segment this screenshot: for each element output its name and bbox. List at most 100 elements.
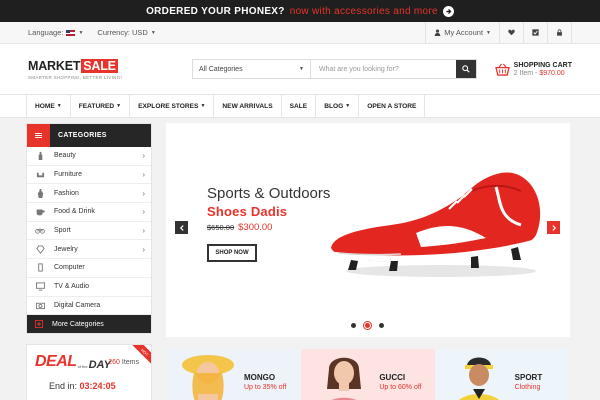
- sidebar-item-jewelry[interactable]: Jewelry ›: [27, 240, 151, 260]
- search-category-select[interactable]: All Categories ▼: [193, 60, 311, 78]
- banner-subtitle: Clothing: [514, 384, 541, 391]
- search-input[interactable]: What are you looking for?: [311, 60, 456, 78]
- logo-accent: SALE: [81, 58, 118, 73]
- slider-prev-button[interactable]: [175, 221, 188, 234]
- slider-dot[interactable]: [351, 323, 356, 328]
- chevron-down-icon: ▼: [78, 29, 84, 36]
- category-label: Computer: [54, 264, 85, 272]
- soccer-shoe-image: [329, 172, 541, 277]
- tv-audio-icon: [35, 282, 45, 292]
- arrow-right-icon[interactable]: [442, 5, 454, 17]
- wishlist-button[interactable]: [499, 22, 523, 43]
- banner-title: SPORT: [514, 373, 543, 382]
- account-menu[interactable]: My Account ▼: [425, 22, 499, 43]
- shop-now-button[interactable]: SHOP NOW: [207, 244, 257, 262]
- plus-box-icon: [35, 320, 43, 329]
- chevron-left-icon: [179, 224, 184, 231]
- slider-dot-active[interactable]: [364, 322, 371, 329]
- cart-total: $970.00: [539, 69, 565, 77]
- chevron-right-icon: ›: [142, 207, 145, 217]
- sidebar-item-sport[interactable]: Sport ›: [27, 222, 151, 241]
- heart-icon: [508, 29, 515, 36]
- banner-mongo[interactable]: MONGO Up to 35% off: [166, 349, 300, 400]
- category-label: Furniture: [54, 171, 83, 179]
- hamburger-icon: [27, 124, 50, 147]
- promo-link[interactable]: now with accessories and more: [290, 6, 438, 17]
- cart-items: 2 Item -: [513, 69, 540, 77]
- chevron-right-icon: [551, 224, 556, 231]
- banner-sport[interactable]: SPORT Clothing: [436, 349, 570, 400]
- currency-label: Currency: USD: [97, 28, 148, 37]
- category-label: Beauty: [54, 152, 76, 160]
- more-categories-label: More Categories: [52, 320, 104, 328]
- deal-title-small: of the: [77, 364, 88, 369]
- sidebar-item-food-drink[interactable]: Food & Drink ›: [27, 203, 151, 222]
- categories-header[interactable]: CATEGORIES: [27, 124, 151, 147]
- cart-summary: 2 Item - $970.00: [514, 70, 572, 77]
- jewelry-icon: [35, 244, 45, 254]
- sidebar-item-tv-audio[interactable]: TV & Audio: [27, 278, 151, 297]
- slider-dots: [351, 322, 384, 329]
- food-drink-icon: [35, 207, 45, 217]
- category-label: Fashion: [54, 189, 79, 197]
- nav-label: BLOG: [324, 102, 344, 110]
- nav-label: EXPLORE STORES: [138, 102, 199, 110]
- sport-icon: [35, 226, 45, 236]
- main-nav: HOME ▼ FEATURED ▼ EXPLORE STORES ▼ NEW ARRI…: [0, 94, 600, 118]
- fashion-icon: [35, 188, 45, 198]
- nav-label: FEATURED: [78, 102, 115, 110]
- nav-label: NEW ARRIVALS: [222, 102, 273, 110]
- categories-title: CATEGORIES: [58, 132, 107, 139]
- chevron-right-icon: ›: [142, 244, 145, 254]
- basket-icon: [494, 63, 510, 76]
- shopping-cart[interactable]: SHOPPING CART 2 Item - $970.00: [494, 61, 572, 77]
- promo-bar[interactable]: ORDERED YOUR PHONEX? now with accessorie…: [0, 0, 600, 22]
- checkout-button[interactable]: [523, 22, 547, 43]
- nav-item-home[interactable]: HOME ▼: [26, 95, 71, 117]
- deal-count: 260 Items: [108, 359, 139, 366]
- nav-item-open-store[interactable]: OPEN A STORE: [359, 95, 426, 117]
- us-flag-icon: [66, 29, 76, 36]
- currency-selector[interactable]: Currency: USD ▼: [97, 28, 155, 37]
- beauty-icon: [35, 151, 45, 161]
- promo-text: ORDERED YOUR PHONEX?: [146, 5, 285, 17]
- nav-label: OPEN A STORE: [367, 102, 417, 110]
- banner-gucci[interactable]: GUCCI Up to 60% off: [301, 349, 435, 400]
- logo[interactable]: MARKET SALE SMARTER SHOPPING, BETTER LIV…: [28, 58, 178, 80]
- nav-item-sale[interactable]: SALE: [282, 95, 317, 117]
- deal-of-the-day[interactable]: DEAL of the DAY 260 Items HOT End in: 03…: [26, 344, 152, 400]
- banner-title: MONGO: [244, 373, 276, 382]
- slide-title: Shoes Dadis: [207, 204, 288, 219]
- nav-item-blog[interactable]: BLOG ▼: [316, 95, 360, 117]
- sidebar-item-computer[interactable]: Computer: [27, 259, 151, 278]
- nav-item-explore-stores[interactable]: EXPLORE STORES ▼: [130, 95, 215, 117]
- category-label: Jewelry: [54, 245, 78, 253]
- search-button[interactable]: [456, 60, 476, 78]
- deal-title-big: DEAL: [35, 353, 77, 370]
- slider-dot[interactable]: [379, 323, 384, 328]
- chevron-down-icon: ▼: [345, 103, 351, 109]
- more-categories-button[interactable]: More Categories: [27, 315, 151, 334]
- login-button[interactable]: [547, 22, 572, 43]
- utility-bar: Language: ▼ Currency: USD ▼ My Account ▼: [0, 22, 600, 44]
- user-icon: [434, 29, 441, 36]
- site-header: MARKET SALE SMARTER SHOPPING, BETTER LIV…: [0, 44, 600, 94]
- nav-item-featured[interactable]: FEATURED ▼: [71, 95, 131, 117]
- banner-title: GUCCI: [379, 373, 406, 382]
- checkbox-icon: [532, 29, 539, 36]
- chevron-down-icon: ▼: [116, 103, 122, 109]
- chevron-down-icon: ▼: [150, 29, 156, 36]
- sidebar-item-fashion[interactable]: Fashion ›: [27, 184, 151, 204]
- language-selector[interactable]: Language: ▼: [28, 28, 83, 37]
- slider-next-button[interactable]: [547, 221, 560, 234]
- chevron-down-icon: ▼: [486, 29, 491, 36]
- sidebar-item-furniture[interactable]: Furniture ›: [27, 166, 151, 185]
- promo-banners: MONGO Up to 35% off GUCCI Up to 60% off …: [166, 349, 570, 400]
- logo-main: MARKET: [28, 58, 81, 73]
- nav-item-new-arrivals[interactable]: NEW ARRIVALS: [214, 95, 282, 117]
- sidebar-item-beauty[interactable]: Beauty ›: [27, 147, 151, 166]
- banner-subtitle: Up to 35% off: [244, 384, 287, 391]
- countdown-time: 03:24:05: [79, 381, 116, 391]
- sidebar-item-digital-camera[interactable]: Digital Camera: [27, 297, 151, 316]
- cart-title: SHOPPING CART: [513, 61, 572, 69]
